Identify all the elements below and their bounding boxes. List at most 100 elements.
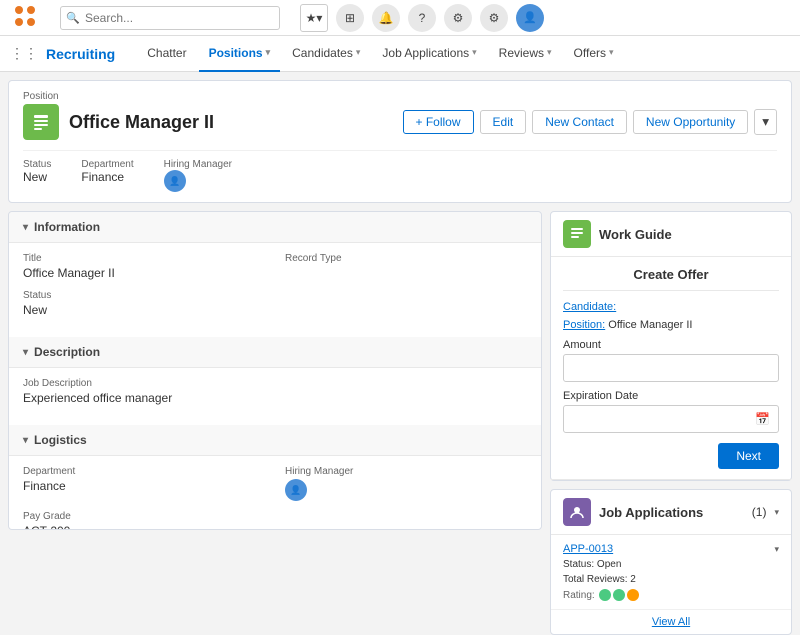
work-guide-title: Work Guide [599,227,672,242]
app-row: APP-0013 ▾ Status: Open Total Reviews: 2 [551,535,791,610]
new-contact-button[interactable]: New Contact [532,110,627,134]
pay-grade-val: ACT-200 [23,524,70,530]
expiration-date-input[interactable]: 📅 [563,405,779,433]
nav-positions[interactable]: Positions ▾ [199,36,281,72]
title-field-label: Title [23,253,265,264]
status-field: Status New ✏ [23,290,265,317]
edit-button[interactable]: Edit [480,110,527,134]
create-offer-section: Create Offer Candidate: Position: Office… [551,257,791,480]
pay-grade-label: Pay Grade [23,511,265,522]
department-label: Department [81,159,133,170]
nav-job-applications-label: Job Applications [382,46,469,60]
rating-dot-1 [599,589,611,601]
follow-button[interactable]: + Follow [403,110,474,134]
total-reviews-label: Total Reviews: [563,574,627,585]
logistics-row-2: Pay Grade ACT-200 ✏ [23,511,527,530]
right-panel: Work Guide Create Offer Candidate: Posit… [550,211,792,530]
reviews-caret: ▾ [547,47,552,58]
status-field-label: Status [23,290,265,301]
nav-positions-label: Positions [209,46,263,60]
favorites-icon[interactable]: ★▾ [300,4,328,32]
empty-field-2 [285,511,527,530]
rating-dots [599,589,639,601]
waffle-icon[interactable]: ⋮⋮ [10,45,38,62]
department-meta: Department Finance [81,159,133,192]
hiring-manager-label: Hiring Manager [164,159,232,170]
app-title: Recruiting [46,46,115,62]
position-label[interactable]: Position: [563,319,605,331]
app-id-link[interactable]: APP-0013 [563,543,613,555]
status-field-value: New ✏ [23,303,265,317]
help-icon[interactable]: ? [408,4,436,32]
nav-offers[interactable]: Offers ▾ [564,36,624,72]
logistics-section-header[interactable]: ▾ Logistics [9,425,541,456]
record-type-value: ✏ [285,266,527,277]
app-row-dropdown[interactable]: ▾ [774,544,779,555]
nav-candidates[interactable]: Candidates ▾ [282,36,370,72]
app-status-label: Status: [563,559,594,570]
job-desc-value: Experienced office manager ✏ [23,391,527,405]
information-toggle[interactable]: ▾ [23,222,28,233]
desc-row-1: Job Description Experienced office manag… [23,378,527,405]
app-status: Status: Open [563,559,621,570]
work-guide-card: Work Guide Create Offer Candidate: Posit… [550,211,792,481]
information-section-header[interactable]: ▾ Information [9,212,541,243]
candidates-caret: ▾ [356,47,361,58]
title-field-value: Office Manager II ✏ [23,266,265,280]
calendar-icon[interactable]: 📅 [755,412,770,426]
rating-row: Rating: [563,589,779,601]
nav-offers-label: Offers [574,46,606,60]
logistics-row-1: Department Finance ✏ Hiring Manager 👤 ✏ [23,466,527,501]
nav-chatter[interactable]: Chatter [137,36,196,72]
bell-icon[interactable]: 🔔 [372,4,400,32]
user-avatar[interactable]: 👤 [516,4,544,32]
nav-reviews[interactable]: Reviews ▾ [489,36,562,72]
next-button[interactable]: Next [718,443,779,469]
description-section-header[interactable]: ▾ Description [9,337,541,368]
job-applications-caret: ▾ [472,47,477,58]
dept-label: Department [23,466,265,477]
status-meta: Status New [23,159,51,192]
candidate-label[interactable]: Candidate: [563,301,616,313]
new-opportunity-button[interactable]: New Opportunity [633,110,748,134]
job-desc-label: Job Description [23,378,527,389]
pay-grade-field: Pay Grade ACT-200 ✏ [23,511,265,530]
empty-field [285,290,527,317]
position-value: Office Manager II [608,319,692,331]
pay-grade-value: ACT-200 ✏ [23,524,265,530]
create-offer-title: Create Offer [563,267,779,291]
logistics-toggle[interactable]: ▾ [23,435,28,446]
search-input[interactable] [60,6,280,30]
nav-job-applications[interactable]: Job Applications ▾ [372,36,486,72]
total-reviews: Total Reviews: 2 [563,574,636,585]
more-actions-button[interactable]: ▾ [754,109,777,135]
app-status-value: Open [597,559,621,570]
description-toggle[interactable]: ▾ [23,347,28,358]
search-container: 🔍 [60,6,280,30]
expiration-date-label: Expiration Date [563,390,779,402]
title-field: Title Office Manager II ✏ [23,253,265,280]
work-guide-header: Work Guide [551,212,791,257]
left-panel: ▾ Information Title Office Manager II ✏ … [8,211,542,530]
information-section-body: Title Office Manager II ✏ Record Type ✏ [9,243,541,337]
setup-icon[interactable]: ⚙ [480,4,508,32]
department-value: Finance [81,170,124,184]
record-title: Office Manager II [69,112,393,133]
top-nav-icons: ★▾ ⊞ 🔔 ? ⚙ ⚙ 👤 [300,4,544,32]
rating-dot-3 [627,589,639,601]
amount-input[interactable] [563,354,779,382]
grid-icon[interactable]: ⊞ [336,4,364,32]
view-all-link[interactable]: View All [551,610,791,634]
app-navigation: ⋮⋮ Recruiting Chatter Positions ▾ Candid… [0,36,800,72]
positions-caret: ▾ [266,47,271,58]
dept-val: Finance [23,479,66,493]
status-label: Status [23,159,51,170]
job-apps-icon [563,498,591,526]
gear-icon[interactable]: ⚙ [444,4,472,32]
job-apps-dropdown[interactable]: ▾ [774,507,779,518]
nav-reviews-label: Reviews [499,46,544,60]
job-desc-field: Job Description Experienced office manag… [23,378,527,405]
hiring-manager-avatar: 👤 [164,170,186,192]
position-icon [23,104,59,140]
description-section-body: Job Description Experienced office manag… [9,368,541,425]
